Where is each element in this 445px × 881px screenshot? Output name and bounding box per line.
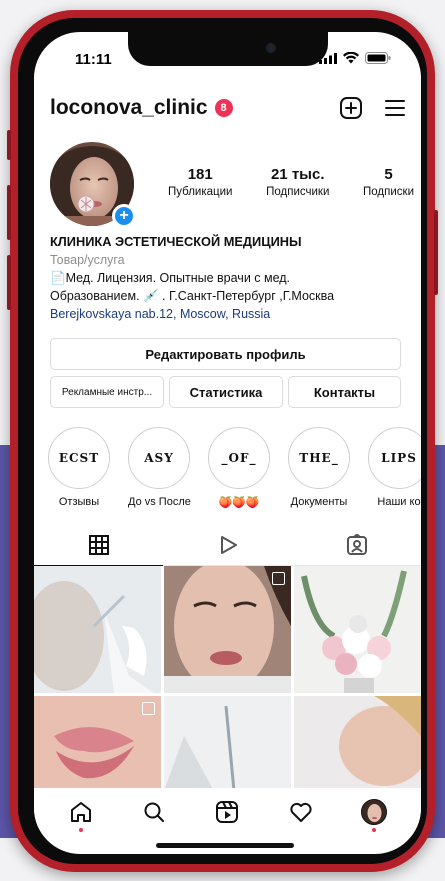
stat-label: Публикации [168,186,233,198]
stat-followers[interactable]: 21 тыс. Подписчики [266,166,329,198]
nav-reels[interactable] [212,797,242,827]
bio-title: КЛИНИКА ЭСТЕТИЧЕСКОЙ МЕДИЦИНЫ [50,234,302,249]
wifi-icon [343,52,359,64]
action-buttons-row: Рекламные инстр... Статистика Контакты [50,376,401,408]
highlight-label: Отзывы [58,496,100,508]
battery-icon [365,52,391,64]
phone-frame: 11:11 loconova_clinic 8 + 181 Публикации… [7,10,438,872]
status-time: 11:11 [75,51,112,68]
stat-value: 181 [187,166,213,183]
highlight-cover: ECST [48,427,110,489]
highlight-label: 🍑🍑🍑 [218,497,260,509]
post-thumbnail[interactable] [34,566,161,693]
post-thumbnail[interactable] [164,566,291,693]
story-highlights: ECST Отзывы ASY До vs После _OF_ 🍑🍑🍑 THE… [48,427,421,509]
home-indicator[interactable] [156,843,294,848]
heart-icon [290,802,312,822]
profile-bio: КЛИНИКА ЭСТЕТИЧЕСКОЙ МЕДИЦИНЫ Товар/услу… [50,233,410,323]
post-thumbnail[interactable] [294,566,421,693]
power-button [434,210,438,295]
stat-label: Подписки [363,186,414,198]
highlight-label: До vs После [128,496,191,508]
nav-home[interactable] [66,797,96,832]
new-post-icon[interactable] [339,96,363,120]
search-icon [144,802,165,822]
volume-up-button [7,185,11,240]
header-actions [339,96,407,120]
profile-stats: 181 Публикации 21 тыс. Подписчики 5 Подп… [168,166,414,198]
stat-value: 5 [384,166,393,183]
profile-avatar-icon [361,799,388,825]
bio-address-link[interactable]: Berejkovskaya nab.12, Moscow, Russia [50,305,410,323]
highlight-cover: LIPS [368,427,421,489]
highlight-item[interactable]: ECST Отзывы [48,427,110,508]
bio-line: 📄Мед. Лицензия. Опытные врачи с мед. [50,271,291,285]
highlight-cover: THE_ [288,427,350,489]
tab-tagged[interactable] [292,524,421,565]
profile-header: loconova_clinic 8 [50,92,407,124]
bio-line: Образованием. 💉 . Г.Санкт-Петербург ,Г.М… [50,289,335,303]
highlight-item[interactable]: LIPS Наши ко [368,427,421,508]
front-camera [266,43,276,53]
stat-posts[interactable]: 181 Публикации [168,166,232,198]
tagged-person-icon [346,533,367,555]
notification-dot [372,828,377,832]
highlight-item[interactable]: _OF_ 🍑🍑🍑 [208,427,270,509]
phone-screen: 11:11 loconova_clinic 8 + 181 Публикации… [34,32,421,854]
username: loconova_clinic [50,96,208,119]
stat-label: Подписчики [266,186,330,198]
status-icons [319,52,391,64]
stat-value: 21 тыс. [270,166,325,183]
carousel-icon [272,572,285,585]
stat-following[interactable]: 5 Подписки [363,166,414,198]
tab-posts-grid[interactable] [34,524,163,566]
highlight-label: Документы [290,496,348,508]
mute-switch [7,130,11,160]
tab-reels[interactable] [163,524,292,565]
post-thumbnail[interactable] [164,696,291,791]
grid-icon [88,534,109,555]
bio-category: Товар/услуга [50,253,125,267]
ad-tools-button[interactable]: Рекламные инстр... [50,376,164,408]
bottom-navigation [34,788,421,836]
menu-icon[interactable] [383,96,407,120]
statistics-button[interactable]: Статистика [169,376,283,408]
notch [128,32,328,66]
highlight-item[interactable]: THE_ Документы [288,427,350,508]
nav-profile[interactable] [359,797,389,832]
posts-grid [34,566,421,791]
profile-summary: + 181 Публикации 21 тыс. Подписчики 5 По… [50,142,414,230]
highlight-cover: _OF_ [208,427,270,489]
add-story-button[interactable]: + [112,204,136,228]
post-thumbnail[interactable] [34,696,161,791]
post-thumbnail[interactable] [294,696,421,791]
edit-profile-button[interactable]: Редактировать профиль [50,338,401,370]
contacts-button[interactable]: Контакты [288,376,401,408]
reels-icon [216,801,239,823]
volume-down-button [7,255,11,310]
home-icon [70,802,91,822]
highlight-cover: ASY [128,427,190,489]
reels-play-icon [220,535,237,554]
content-tabs [34,524,421,566]
notification-badge[interactable]: 8 [214,99,233,117]
carousel-icon [142,702,155,715]
nav-activity[interactable] [286,797,316,827]
highlight-label: Наши ко [377,496,421,508]
nav-search[interactable] [139,797,169,827]
signal-icon [319,52,337,64]
highlight-item[interactable]: ASY До vs После [128,427,191,508]
notification-dot [78,828,83,832]
